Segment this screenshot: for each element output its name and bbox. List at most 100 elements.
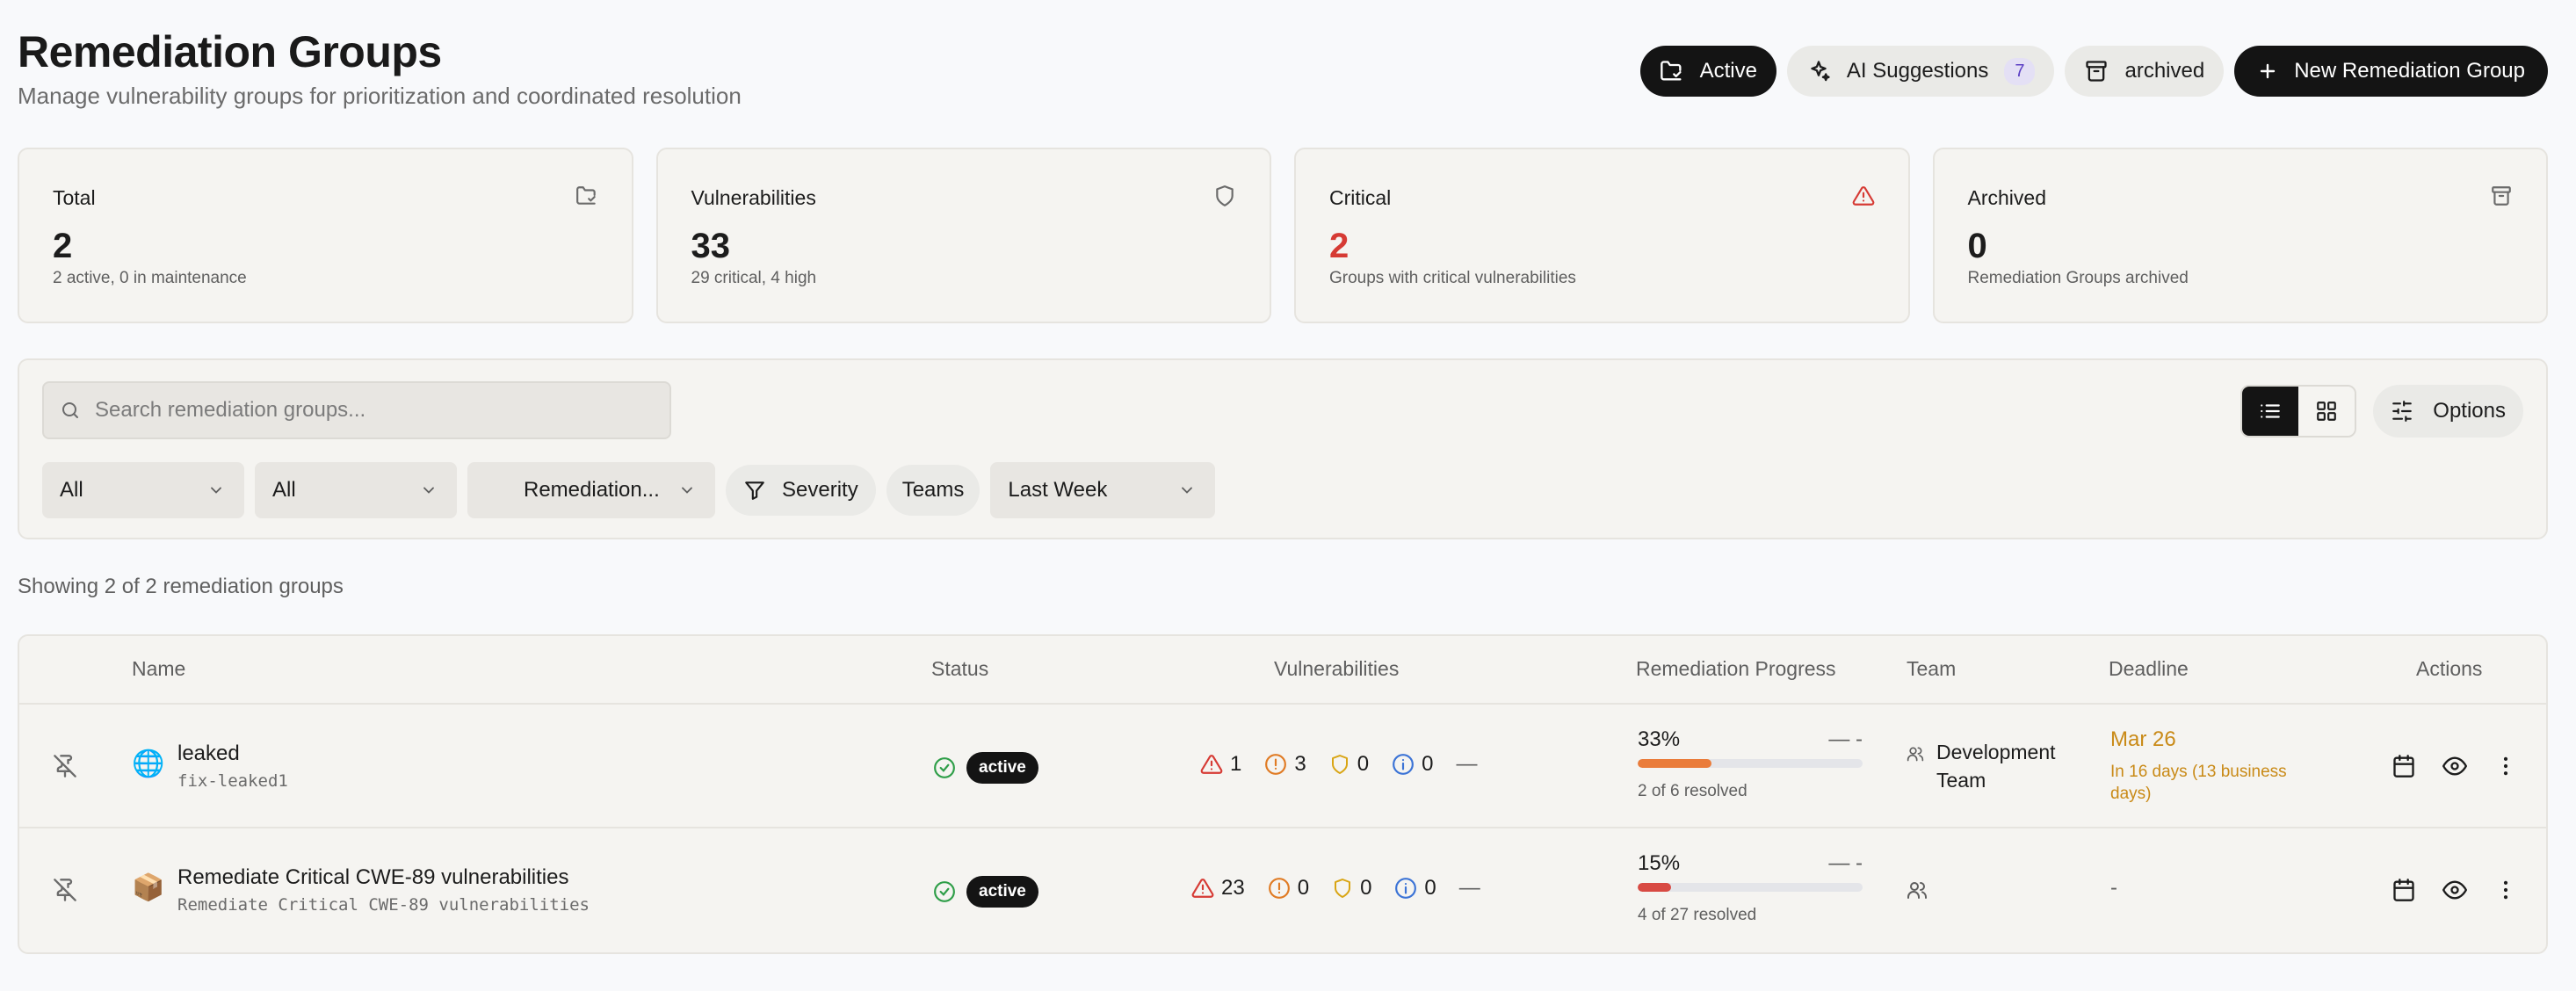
stat-title: Critical xyxy=(1329,186,1392,209)
header-progress[interactable]: Remediation Progress xyxy=(1636,657,1836,681)
grid-view-button[interactable] xyxy=(2298,387,2355,436)
low-value: 0 xyxy=(1424,876,1436,900)
vuln-trend: — xyxy=(1458,876,1480,900)
stat-title: Archived xyxy=(1967,186,2046,209)
progress-trend: — - xyxy=(1828,851,1863,875)
stats-cards: Total 2 2 active, 0 in maintenance Vulne… xyxy=(18,148,2548,323)
active-label: Active xyxy=(1699,59,1757,83)
progress-bar-fill xyxy=(1638,759,1712,768)
critical-count: 23 xyxy=(1191,876,1245,901)
deadline-cell: - xyxy=(2110,876,2117,901)
more-vertical-icon[interactable] xyxy=(2493,754,2518,778)
archived-button[interactable]: archived xyxy=(2065,46,2225,97)
severity-filter-button[interactable]: Severity xyxy=(726,465,876,516)
alert-triangle-icon xyxy=(1200,753,1223,776)
team-cell: Development Team xyxy=(1907,738,2082,794)
stat-subtext: Remediation Groups archived xyxy=(1967,269,2189,287)
header-team[interactable]: Team xyxy=(1907,657,1956,681)
table-row[interactable]: 🌐 leaked fix-leaked1 active 1 3 0 0 — 33… xyxy=(19,705,2546,828)
stat-card-vulnerabilities: Vulnerabilities 33 29 critical, 4 high xyxy=(655,148,1271,323)
header-name[interactable]: Name xyxy=(132,657,185,681)
calendar-icon[interactable] xyxy=(2391,878,2416,902)
chevron-down-icon xyxy=(678,481,696,499)
check-circle-icon xyxy=(933,756,956,779)
group-name-cell[interactable]: Remediate Critical CWE-89 vulnerabilitie… xyxy=(177,865,590,915)
alert-triangle-icon xyxy=(1852,184,1875,207)
search-box[interactable] xyxy=(42,381,671,439)
search-input[interactable] xyxy=(95,398,654,423)
progress-cell: 15% — - 4 of 27 resolved xyxy=(1638,851,1863,925)
results-count: Showing 2 of 2 remediation groups xyxy=(18,575,344,598)
eye-icon[interactable] xyxy=(2442,878,2467,902)
calendar-icon[interactable] xyxy=(2391,754,2416,778)
stat-value: 33 xyxy=(691,227,731,265)
progress-resolved: 2 of 6 resolved xyxy=(1638,782,1747,800)
deadline-cell: Mar 26 In 16 days (13 business days) xyxy=(2110,727,2312,805)
stat-card-total: Total 2 2 active, 0 in maintenance xyxy=(18,148,633,323)
ai-suggestions-count: 7 xyxy=(2004,57,2036,85)
group-slug: Remediate Critical CWE-89 vulnerabilitie… xyxy=(177,895,590,915)
group-name: Remediate Critical CWE-89 vulnerabilitie… xyxy=(177,865,569,889)
ai-suggestions-button[interactable]: AI Suggestions 7 xyxy=(1786,46,2055,97)
active-button[interactable]: Active xyxy=(1639,46,1776,97)
pin-off-icon[interactable] xyxy=(53,754,77,778)
progress-percent: 15% xyxy=(1638,851,1681,875)
remediation-groups-table: Name Status Vulnerabilities Remediation … xyxy=(18,634,2548,954)
stat-title: Total xyxy=(53,186,96,209)
ai-suggestions-label: AI Suggestions xyxy=(1846,59,1989,83)
progress-bar-fill xyxy=(1638,883,1672,892)
header-deadline[interactable]: Deadline xyxy=(2109,657,2189,681)
group-name-cell[interactable]: leaked fix-leaked1 xyxy=(177,741,288,791)
stat-value: 2 xyxy=(1329,227,1350,265)
list-view-button[interactable] xyxy=(2242,387,2298,436)
view-toggle xyxy=(2240,385,2356,438)
filter-select-2[interactable]: All xyxy=(255,462,457,518)
eye-icon[interactable] xyxy=(2442,754,2467,778)
alert-circle-icon xyxy=(1264,753,1287,776)
team-name: Development Team xyxy=(1936,741,2056,792)
archive-icon xyxy=(2490,184,2513,207)
sliders-icon xyxy=(2391,400,2413,423)
filter-select-1[interactable]: All xyxy=(42,462,244,518)
pin-off-icon[interactable] xyxy=(53,878,77,902)
vulnerability-counts: 23 0 0 0 — xyxy=(1191,876,1480,901)
table-row[interactable]: 📦 Remediate Critical CWE-89 vulnerabilit… xyxy=(19,828,2546,952)
group-emoji: 🌐 xyxy=(132,749,165,778)
low-count: 0 xyxy=(1394,876,1436,901)
list-icon xyxy=(2259,400,2282,423)
filter-select-type[interactable]: Remediation... xyxy=(467,462,715,518)
low-value: 0 xyxy=(1422,752,1434,776)
folder-check-icon xyxy=(1660,59,1684,83)
stat-subtext: 29 critical, 4 high xyxy=(691,269,817,287)
archived-label: archived xyxy=(2124,59,2205,83)
header-vulnerabilities[interactable]: Vulnerabilities xyxy=(1274,657,1399,681)
stat-value: 2 xyxy=(53,227,73,265)
header-status[interactable]: Status xyxy=(931,657,988,681)
progress-trend: — - xyxy=(1828,727,1863,751)
filter-icon xyxy=(743,479,766,502)
archive-icon xyxy=(2084,59,2109,83)
teams-filter-button[interactable]: Teams xyxy=(886,465,980,516)
alert-triangle-icon xyxy=(1191,877,1214,900)
grid-icon xyxy=(2315,400,2338,423)
teams-label: Teams xyxy=(901,478,965,502)
options-label: Options xyxy=(2433,399,2506,423)
group-name: leaked xyxy=(177,741,240,765)
medium-value: 0 xyxy=(1357,752,1370,776)
page-subtitle: Manage vulnerability groups for prioriti… xyxy=(18,83,742,109)
period-select[interactable]: Last Week xyxy=(990,462,1216,518)
options-button[interactable]: Options xyxy=(2373,385,2523,438)
sparkles-icon xyxy=(1806,59,1831,83)
deadline-note: In 16 days (13 business days) xyxy=(2110,763,2287,803)
users-icon xyxy=(1907,745,1924,794)
medium-value: 0 xyxy=(1360,876,1372,900)
progress-percent: 33% xyxy=(1638,727,1681,751)
vulnerability-counts: 1 3 0 0 — xyxy=(1200,752,1477,777)
info-icon xyxy=(1392,753,1415,776)
status-cell: active xyxy=(933,752,1038,784)
more-vertical-icon[interactable] xyxy=(2493,878,2518,902)
critical-count: 1 xyxy=(1200,752,1241,777)
stat-subtext: Groups with critical vulnerabilities xyxy=(1329,269,1576,287)
new-remediation-group-button[interactable]: New Remediation Group xyxy=(2234,46,2548,97)
progress-bar xyxy=(1638,883,1863,892)
